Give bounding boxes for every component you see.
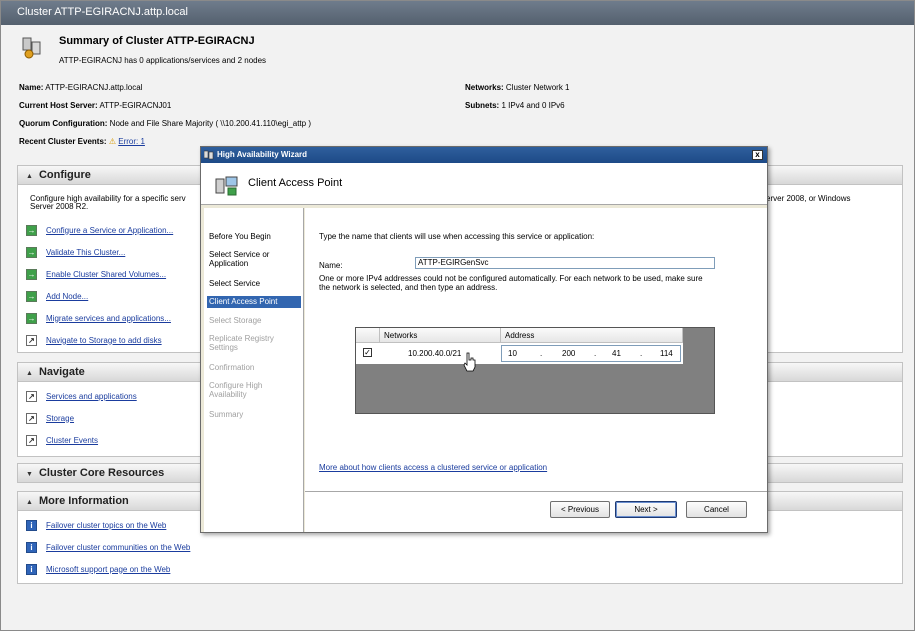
action-icon: → (26, 224, 37, 236)
name-input[interactable]: ATTP-EGIRGenSvc (415, 257, 715, 269)
checkbox-column-header (356, 328, 380, 343)
web-icon: i (26, 563, 37, 575)
ip-octet-4: 114 (660, 349, 673, 358)
collapse-icon: ▲ (26, 499, 33, 506)
page-icon: ↗ (26, 434, 37, 446)
add-node-link[interactable]: → Add Node... (26, 289, 88, 303)
grid-rows: Networks Address ✓ 10.200.40.0/21 10 . 2… (356, 328, 683, 364)
step-summary: Summary (209, 410, 244, 419)
validate-cluster-link[interactable]: → Validate This Cluster... (26, 245, 125, 259)
step-before-you-begin[interactable]: Before You Begin (207, 232, 301, 241)
ip-dot-2: . (594, 349, 597, 358)
cluster-icon (22, 37, 41, 59)
ip-octet-3: 41 (612, 349, 621, 358)
wizard-app-icon (204, 150, 214, 160)
host-row: Current Host Server: ATTP-EGIRACNJ01 (19, 101, 172, 110)
expand-icon: ▼ (26, 471, 33, 478)
wizard-steps: Before You Begin Select Service or Appli… (204, 208, 304, 532)
quorum-row: Quorum Configuration: Node and File Shar… (19, 119, 311, 128)
events-row: Recent Cluster Events: ⚠ Error: 1 (19, 137, 145, 146)
failover-topics-link[interactable]: i Failover cluster topics on the Web (26, 518, 166, 532)
action-icon: → (26, 312, 37, 324)
more-about-clients-link[interactable]: More about how clients access a clustere… (319, 463, 547, 472)
previous-button[interactable]: < Previous (550, 501, 610, 518)
wizard-title: High Availability Wizard (217, 150, 308, 159)
step-client-access-point[interactable]: Client Access Point (207, 296, 301, 308)
subnets-row: Subnets: 1 IPv4 and 0 IPv6 (465, 101, 565, 110)
summary-subtitle: ATTP-EGIRACNJ has 0 applications/service… (59, 56, 267, 65)
step-replicate-registry: Replicate Registry Settings (209, 334, 274, 352)
step-select-storage: Select Storage (209, 316, 262, 325)
wizard-content: Type the name that clients will use when… (305, 208, 767, 532)
microsoft-support-link[interactable]: i Microsoft support page on the Web (26, 562, 170, 576)
high-availability-wizard: High Availability Wizard x Client Access… (200, 146, 768, 533)
ipv4-message-2: the network is selected, and then type a… (319, 283, 498, 292)
configure-service-link[interactable]: → Configure a Service or Application... (26, 223, 173, 237)
web-icon: i (26, 541, 37, 553)
collapse-icon: ▲ (26, 173, 33, 180)
step-configure-high-availability: Configure High Availability (209, 381, 263, 399)
summary-title: Summary of Cluster ATTP-EGIRACNJ (59, 35, 255, 47)
storage-link[interactable]: ↗ Storage (26, 411, 74, 425)
step-confirmation: Confirmation (209, 363, 255, 372)
error-link[interactable]: Error: 1 (118, 137, 145, 146)
ip-address-input[interactable]: 10 . 200 . 41 . 114 (501, 345, 681, 362)
cluster-events-link[interactable]: ↗ Cluster Events (26, 433, 98, 447)
window-title: Cluster ATTP-EGIRACNJ.attp.local (1, 1, 914, 25)
network-address-grid: Networks Address ✓ 10.200.40.0/21 10 . 2… (355, 327, 715, 414)
ipv4-message: One or more IPv4 addresses could not be … (319, 274, 703, 283)
navigate-storage-link[interactable]: ↗ Navigate to Storage to add disks (26, 333, 162, 347)
page-icon: ↗ (26, 390, 37, 402)
network-checkbox[interactable]: ✓ (363, 348, 372, 357)
client-access-point-icon (215, 176, 238, 196)
wizard-titlebar[interactable]: High Availability Wizard x (201, 147, 767, 163)
step-select-service-or-application[interactable]: Select Service or Application (207, 250, 301, 268)
name-label: Name: (319, 261, 343, 270)
close-icon[interactable]: x (752, 150, 763, 160)
migrate-services-link[interactable]: → Migrate services and applications... (26, 311, 171, 325)
step-select-service[interactable]: Select Service (207, 279, 301, 288)
networks-column-header[interactable]: Networks (380, 328, 501, 343)
button-separator (305, 491, 767, 492)
ip-dot-1: . (540, 349, 543, 358)
action-icon: → (26, 268, 37, 280)
wizard-header: Client Access Point (201, 163, 767, 205)
page-icon: ↗ (26, 334, 37, 346)
action-icon: → (26, 290, 37, 302)
enable-csv-link[interactable]: → Enable Cluster Shared Volumes... (26, 267, 166, 281)
action-icon: → (26, 246, 37, 258)
network-cell: 10.200.40.0/21 (408, 349, 462, 358)
ip-octet-1: 10 (508, 349, 517, 358)
failover-communities-link[interactable]: i Failover cluster communities on the Web (26, 540, 190, 554)
collapse-icon: ▲ (26, 370, 33, 377)
address-column-header[interactable]: Address (501, 328, 683, 343)
web-icon: i (26, 519, 37, 531)
warning-icon: ⚠ (108, 137, 116, 146)
instruction-text: Type the name that clients will use when… (319, 232, 595, 241)
ip-dot-3: . (640, 349, 643, 358)
page-icon: ↗ (26, 412, 37, 424)
wizard-heading: Client Access Point (248, 177, 343, 189)
configure-description-right: erver 2008, or Windows (766, 194, 851, 203)
ip-octet-2: 200 (562, 349, 576, 358)
name-row: Name: ATTP-EGIRACNJ.attp.local (19, 83, 143, 92)
networks-row: Networks: Cluster Network 1 (465, 83, 570, 92)
next-button[interactable]: Next > (615, 501, 677, 518)
services-link[interactable]: ↗ Services and applications (26, 389, 137, 403)
configure-description-2: Server 2008 R2. (30, 202, 89, 211)
hand-pointer-icon (463, 352, 476, 372)
cancel-button[interactable]: Cancel (686, 501, 747, 518)
